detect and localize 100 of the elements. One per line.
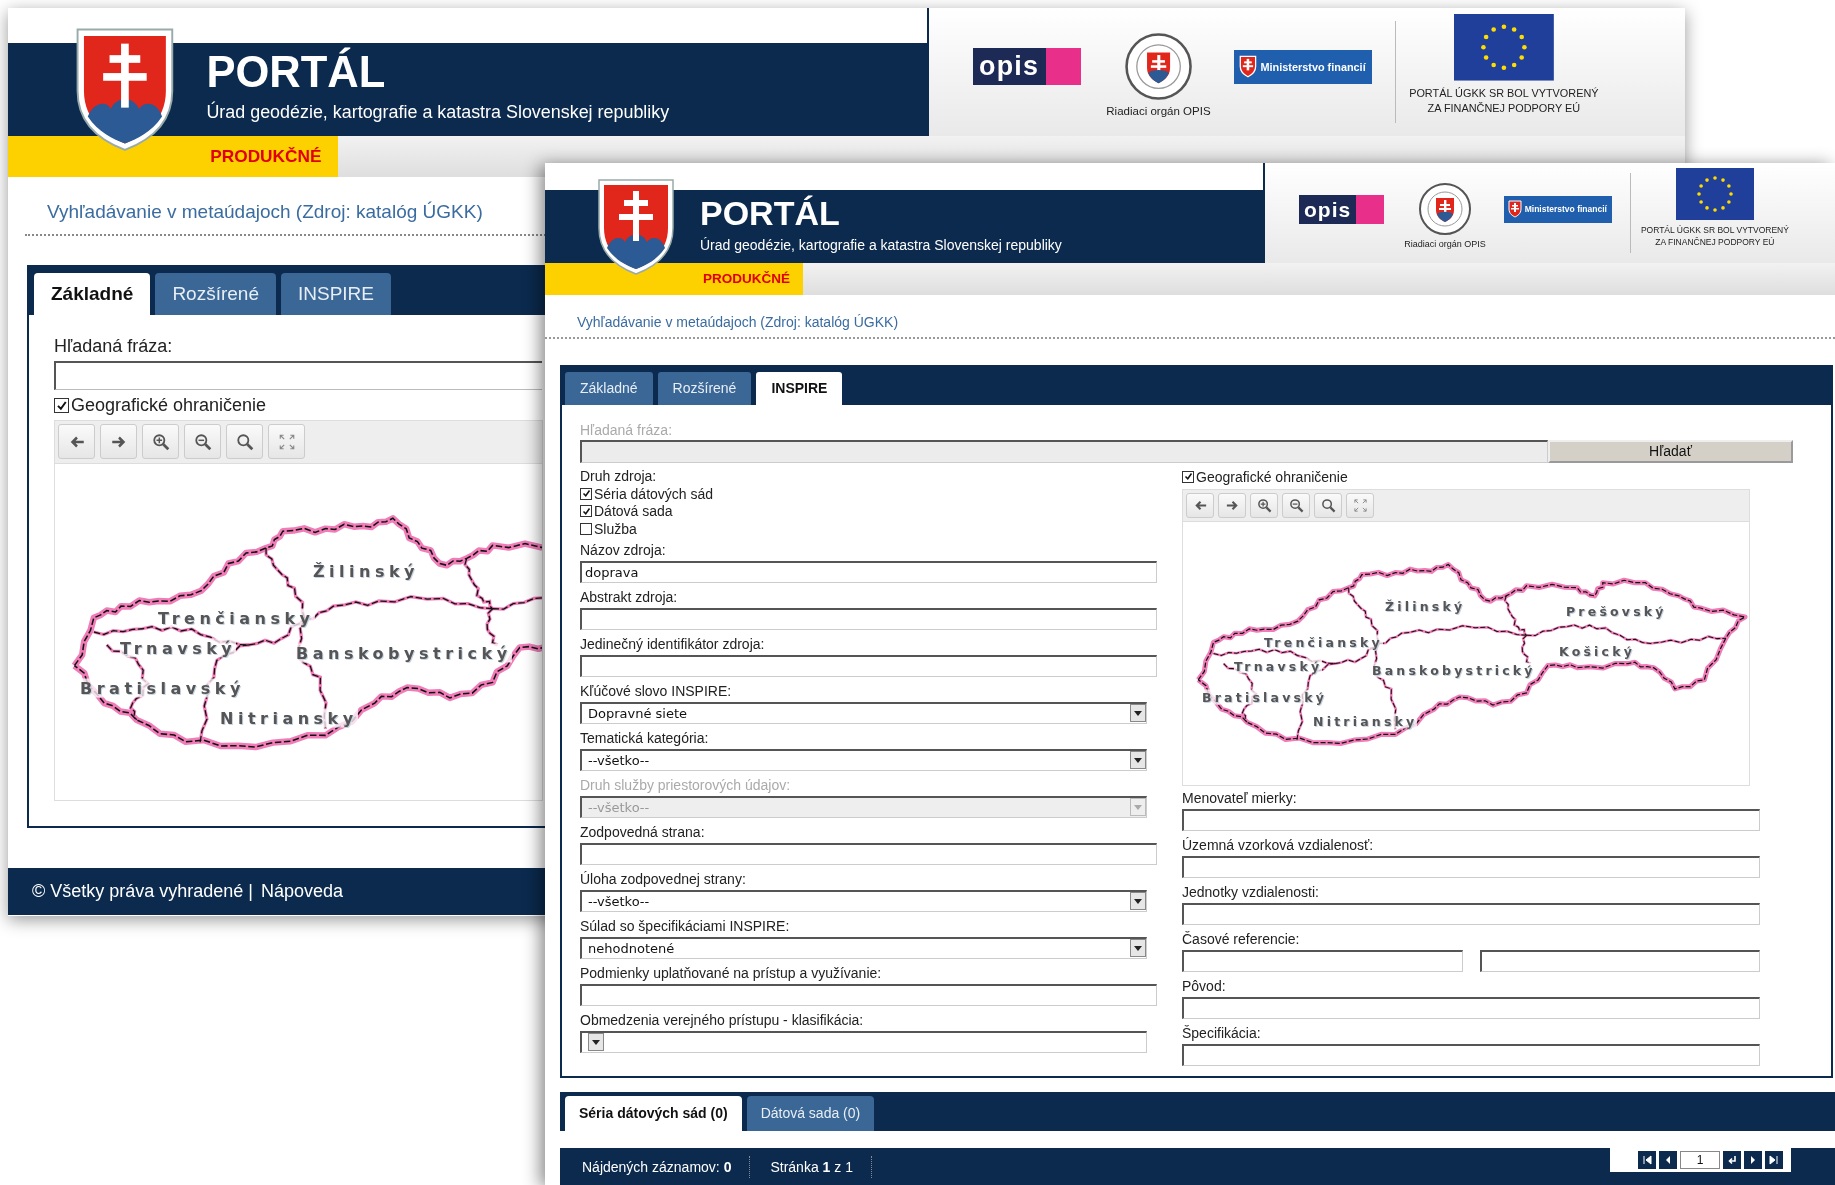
portal-title: PORTÁL	[206, 47, 387, 97]
environment-banner: PRODUKČNÉ	[545, 263, 803, 295]
text-field[interactable]	[1182, 902, 1760, 925]
caret-icon	[1130, 892, 1146, 910]
portal-subtitle: Úrad geodézie, kartografie a katastra Slovenskej republiky	[206, 101, 671, 125]
tab[interactable]: Základné	[34, 272, 151, 315]
dropdown[interactable]: Dopravné siete	[580, 701, 1147, 724]
dropdown[interactable]: --všetko--	[580, 889, 1147, 912]
field-label: Druh zdroja:	[580, 468, 658, 485]
checkbox-label: Služba	[594, 520, 637, 537]
field-label: Kľúčové slovo INSPIRE:	[580, 682, 733, 700]
text-field[interactable]	[580, 842, 1157, 865]
pan-left-button[interactable]	[58, 424, 95, 460]
previous-page-button[interactable]	[1659, 1151, 1677, 1169]
date-field[interactable]	[1479, 949, 1760, 972]
tab[interactable]: Základné	[565, 372, 653, 405]
checkbox-label: Geografické ohraničenie	[1196, 468, 1348, 485]
logo-text: Ministerstvo financií	[1260, 60, 1366, 73]
zoom-out-button[interactable]	[184, 424, 221, 460]
zoom-button[interactable]	[1314, 492, 1342, 518]
last-page-icon	[1769, 1155, 1779, 1165]
tab[interactable]: Rozšírené	[155, 272, 276, 315]
text-field[interactable]	[1182, 855, 1760, 878]
checkbox[interactable]	[580, 487, 592, 500]
caret-icon	[1130, 798, 1146, 816]
region-label: Prešovský	[1566, 603, 1667, 618]
text-field[interactable]: doprava	[580, 560, 1157, 583]
pan-left-button[interactable]	[1186, 492, 1214, 518]
checkbox[interactable]	[54, 398, 69, 414]
text-field[interactable]	[580, 607, 1157, 630]
breadcrumb-link[interactable]: Vyhľadávanie v metaúdajoch (Zdroj: katalóg ÚGKK)	[47, 200, 483, 223]
field-label: Jedinečný identifikátor zdroja:	[580, 635, 766, 653]
logo-caption: Riadiaci orgán OPIS	[1404, 238, 1486, 249]
logo-caption: Riadiaci orgán OPIS	[1106, 105, 1211, 117]
date-field[interactable]	[1182, 949, 1463, 972]
dropdown[interactable]	[580, 1030, 1147, 1053]
caret-icon	[1130, 939, 1146, 957]
tab[interactable]: INSPIRE	[756, 372, 843, 405]
field-label: Jednotky vzdialenosti:	[1182, 883, 1320, 901]
region-label: Nitriansky	[1313, 713, 1418, 728]
field-label: Špecifikácia:	[1182, 1024, 1262, 1042]
opis-logo: opis	[972, 48, 1081, 86]
pan-right-button[interactable]	[1218, 492, 1246, 518]
field-label: Obmedzenia verejného prístupu - klasifikácia:	[580, 1011, 865, 1029]
field-label: Druh služby priestorových údajov:	[580, 776, 792, 794]
text-field[interactable]	[1182, 996, 1760, 1019]
region-label: Banskobystrický	[296, 643, 512, 663]
dropdown[interactable]: --všetko--	[580, 748, 1147, 771]
region-label: Bratislavský	[1202, 689, 1327, 704]
field-label: Súlad so špecifikáciami INSPIRE:	[580, 917, 791, 935]
checkbox-label: Séria dátových sád	[594, 485, 714, 502]
emblem-logo	[1417, 181, 1472, 236]
next-page-button[interactable]	[1744, 1151, 1762, 1169]
full-extent-button[interactable]	[268, 424, 305, 460]
text-field[interactable]	[1182, 808, 1760, 831]
dropdown[interactable]: nehodnotené	[580, 936, 1147, 959]
field-label: Územná vzorková vzdialenosť:	[1182, 836, 1375, 854]
caret-icon	[1130, 704, 1146, 722]
last-page-button[interactable]	[1765, 1151, 1783, 1169]
checkbox[interactable]	[580, 505, 592, 518]
go-button[interactable]	[1723, 1151, 1741, 1169]
zoom-in-button[interactable]	[142, 424, 179, 460]
zoom-in-icon	[151, 432, 170, 451]
checkbox[interactable]	[580, 522, 592, 535]
pan-right-button[interactable]	[100, 424, 137, 460]
field-label: Podmienky uplatňované na prístup a využívanie:	[580, 964, 883, 982]
search-field[interactable]	[54, 360, 542, 390]
zoom-in-button[interactable]	[1250, 492, 1278, 518]
funding-note: PORTÁL ÚGKK SR BOL VYTVORENÝ ZA FINANČNEJ PODPORY EÚ	[1409, 86, 1599, 117]
text-field[interactable]	[1182, 1043, 1760, 1066]
field-label: Názov zdroja:	[580, 541, 667, 559]
zoom-out-button[interactable]	[1282, 492, 1310, 518]
page-status-text: Stránka 1 z 1	[750, 1155, 872, 1178]
copyright-text: © Všetky práva vyhradené |	[32, 880, 254, 902]
expand-icon	[277, 432, 296, 451]
eu-flag-icon	[1453, 14, 1554, 81]
region-label: Banskobystrický	[1372, 662, 1536, 677]
portal-subtitle: Úrad geodézie, kartografie a katastra Slovenskej republiky	[700, 236, 1063, 254]
help-link[interactable]: Nápoveda	[261, 880, 344, 902]
next-icon	[1748, 1155, 1758, 1165]
tab[interactable]: Séria dátových sád (0)	[565, 1096, 742, 1131]
text-field[interactable]	[580, 654, 1157, 677]
breadcrumb-link[interactable]: Vyhľadávanie v metaúdajoch (Zdroj: katalóg ÚGKK)	[577, 314, 899, 331]
tab[interactable]: Dátová sada (0)	[746, 1096, 875, 1131]
tab[interactable]: INSPIRE	[281, 272, 391, 315]
text-field[interactable]	[580, 983, 1157, 1006]
field-label: Časové referencie:	[1182, 930, 1301, 948]
region-label: Trenčiansky	[1264, 634, 1383, 649]
zoom-out-icon	[1288, 497, 1304, 513]
enter-icon	[1727, 1155, 1737, 1165]
status-text: Nájdených záznamov: 0	[560, 1155, 751, 1178]
shield-icon	[1238, 55, 1257, 79]
first-page-button[interactable]	[1638, 1151, 1656, 1169]
tab[interactable]: Rozšírené	[657, 372, 752, 405]
shield-icon	[1507, 200, 1522, 218]
checkbox[interactable]	[1182, 470, 1194, 483]
field-label: Abstrakt zdroja:	[580, 588, 679, 606]
zoom-button[interactable]	[226, 424, 263, 460]
zoom-out-icon	[193, 432, 212, 451]
page-number-field[interactable]: 1	[1680, 1151, 1720, 1169]
